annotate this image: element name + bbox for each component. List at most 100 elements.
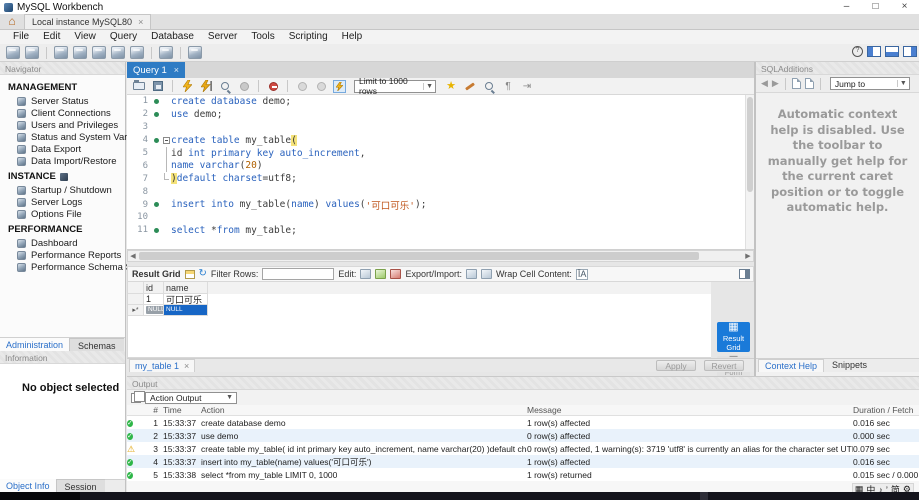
home-icon[interactable]: ⌂ <box>0 14 24 29</box>
code-line[interactable]: 9insert into my_table(name) values('可口可乐… <box>127 198 754 211</box>
autocommit-toggle-icon[interactable] <box>333 80 346 93</box>
cell-name[interactable]: NULL <box>164 305 208 316</box>
apply-button[interactable]: Apply <box>656 360 696 371</box>
stop-icon[interactable] <box>237 80 251 93</box>
windows-taskbar[interactable] <box>0 492 919 500</box>
scrollbar-thumb[interactable] <box>139 252 699 260</box>
result-grid[interactable]: id name 1可口可乐▸*NULLNULL <box>127 282 711 358</box>
menu-query[interactable]: Query <box>103 30 144 44</box>
search-data-icon[interactable] <box>159 46 173 59</box>
execute-icon[interactable] <box>180 80 194 93</box>
export-records-icon[interactable] <box>466 269 477 279</box>
sidebar-item-status-and-system-variables[interactable]: Status and System Variables <box>0 131 125 143</box>
create-procedure-icon[interactable] <box>111 46 125 59</box>
commit-icon[interactable] <box>295 80 309 93</box>
sidebar-item-users-and-privileges[interactable]: Users and Privileges <box>0 119 125 131</box>
code-line[interactable]: 3 <box>127 121 754 134</box>
edit-record-icon[interactable] <box>360 269 371 279</box>
result-grid-side-tab[interactable]: ▦ Result Grid <box>717 322 750 352</box>
sidebar-item-options-file[interactable]: Options File <box>0 208 125 220</box>
delete-record-icon[interactable] <box>390 269 401 279</box>
code-line[interactable]: 10 <box>127 211 754 224</box>
refresh-icon[interactable]: ↻ <box>199 269 207 279</box>
grid-view-icon[interactable] <box>185 270 195 279</box>
sidebar-item-performance-schema-setup[interactable]: Performance Schema Setup <box>0 261 125 273</box>
column-header-id[interactable]: id <box>144 282 164 294</box>
code-line[interactable]: 11select *from my_table; <box>127 224 754 237</box>
output-view-icon[interactable] <box>131 393 141 403</box>
code-line[interactable]: 4create table my_table( <box>127 134 754 147</box>
open-script-icon[interactable] <box>25 46 39 59</box>
editor-vertical-scrollbar[interactable] <box>745 95 754 249</box>
context-help-icon[interactable] <box>792 78 801 89</box>
menu-edit[interactable]: Edit <box>36 30 67 44</box>
output-row[interactable]: ⚠315:33:37create table my_table( id int … <box>127 442 919 455</box>
scroll-left-icon[interactable]: ◀ <box>128 252 138 260</box>
sidebar-item-startup-shutdown[interactable]: Startup / Shutdown <box>0 184 125 196</box>
toggle-output-button[interactable] <box>885 46 899 57</box>
limit-rows-select[interactable]: Limit to 1000 rows ▼ <box>354 80 436 93</box>
back-icon[interactable]: ◀ <box>761 78 768 89</box>
menu-tools[interactable]: Tools <box>244 30 281 44</box>
code-line[interactable]: 1create database demo; <box>127 95 754 108</box>
output-row[interactable]: ✓115:33:37create database demo1 row(s) a… <box>127 416 919 429</box>
connection-tab-close-icon[interactable]: × <box>138 15 143 29</box>
jump-to-select[interactable]: Jump to ▼ <box>830 77 910 90</box>
output-row[interactable]: ✓215:33:37use demo0 row(s) affected0.000… <box>127 429 919 442</box>
connection-tab[interactable]: Local instance MySQL80 × <box>24 14 151 29</box>
query-tab[interactable]: Query 1 × <box>127 62 185 78</box>
toggle-auto-help-icon[interactable] <box>805 78 814 89</box>
new-query-icon[interactable] <box>6 46 20 59</box>
tab-session[interactable]: Session <box>56 479 105 492</box>
column-header-name[interactable]: name <box>164 282 208 294</box>
toggle-sidebar-button[interactable] <box>867 46 881 57</box>
rollback-icon[interactable] <box>314 80 328 93</box>
stop-on-error-toggle-icon[interactable] <box>266 80 280 93</box>
open-script-icon[interactable] <box>132 80 146 93</box>
table-row[interactable]: ▸*NULLNULL <box>128 305 711 316</box>
scroll-right-icon[interactable]: ▶ <box>743 252 753 260</box>
cleanup-icon[interactable] <box>463 80 477 93</box>
sidebar-item-dashboard[interactable]: Dashboard <box>0 237 125 249</box>
output-row[interactable]: ✓415:33:37insert into my_table(name) val… <box>127 455 919 468</box>
result-tab-close-icon[interactable]: × <box>184 361 189 371</box>
sql-code-editor[interactable]: 1create database demo;2use demo;34create… <box>127 95 754 250</box>
tab-context-help[interactable]: Context Help <box>758 359 824 372</box>
result-tab[interactable]: my_table 1 × <box>129 359 195 372</box>
fold-collapse-icon[interactable] <box>163 137 170 144</box>
menu-help[interactable]: Help <box>335 30 370 44</box>
menu-view[interactable]: View <box>67 30 103 44</box>
menu-scripting[interactable]: Scripting <box>282 30 335 44</box>
create-schema-icon[interactable] <box>54 46 68 59</box>
wrap-text-icon[interactable]: ⇥ <box>520 80 534 93</box>
find-icon[interactable] <box>482 80 496 93</box>
cell-name[interactable]: 可口可乐 <box>164 294 208 305</box>
cell-id[interactable]: 1 <box>144 294 164 305</box>
explain-icon[interactable] <box>218 80 232 93</box>
output-view-select[interactable]: Action Output ▼ <box>145 392 237 404</box>
code-line[interactable]: 6name varchar(20) <box>127 159 754 172</box>
wrap-cell-content-icon[interactable]: ĪA <box>576 269 589 280</box>
add-record-icon[interactable] <box>375 269 386 279</box>
code-line[interactable]: 2use demo; <box>127 108 754 121</box>
invisible-characters-icon[interactable]: ¶ <box>501 80 515 93</box>
menu-database[interactable]: Database <box>144 30 201 44</box>
forward-icon[interactable]: ▶ <box>772 78 779 89</box>
code-line[interactable]: 8 <box>127 185 754 198</box>
filter-rows-input[interactable] <box>262 268 334 280</box>
tab-administration[interactable]: Administration <box>0 338 69 351</box>
create-table-icon[interactable] <box>73 46 87 59</box>
query-tab-close-icon[interactable]: × <box>174 65 179 75</box>
menu-file[interactable]: File <box>6 30 36 44</box>
create-view-icon[interactable] <box>92 46 106 59</box>
execute-current-statement-icon[interactable] <box>199 80 213 93</box>
code-line[interactable]: 5id int primary key auto_increment, <box>127 147 754 160</box>
close-button[interactable]: × <box>890 0 919 14</box>
code-line[interactable]: 7)default charset=utf8; <box>127 172 754 185</box>
sidebar-item-data-export[interactable]: Data Export <box>0 143 125 155</box>
cell-id[interactable]: NULL <box>144 305 164 316</box>
tab-object-info[interactable]: Object Info <box>0 479 56 492</box>
sidebar-item-data-import-restore[interactable]: Data Import/Restore <box>0 155 125 167</box>
output-row[interactable]: ✓515:33:38select *from my_table LIMIT 0,… <box>127 468 919 481</box>
tab-schemas[interactable]: Schemas <box>69 338 124 351</box>
